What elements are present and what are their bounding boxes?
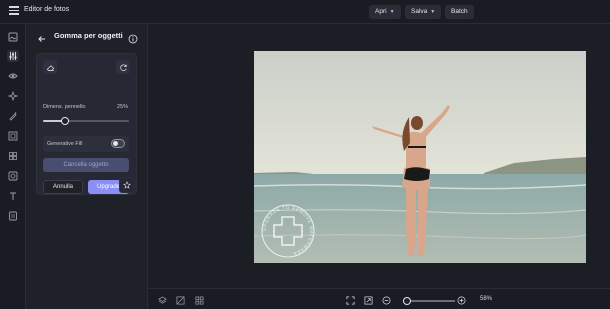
eraser-settings-card: Dimens. pennello 25% Generative Fill Can… [36, 53, 137, 195]
brush-size-value: 25% [117, 104, 129, 110]
overlay-icon[interactable] [7, 170, 19, 182]
back-arrow-icon[interactable] [37, 31, 47, 42]
open-button-label: Apri [375, 8, 387, 15]
app-title: Editor de fotos [24, 6, 70, 13]
adjustments-icon[interactable] [7, 50, 19, 62]
fit-screen-icon[interactable] [345, 295, 355, 305]
delete-object-button[interactable]: Cancella oggetto [43, 158, 129, 172]
refresh-icon [119, 64, 127, 71]
beach-photo: UPGRADE TO REMOVE WATERMARK [254, 51, 586, 263]
save-button[interactable]: Salva ▼ [405, 5, 442, 19]
open-button[interactable]: Apri ▼ [369, 5, 401, 19]
toggle-knob [113, 141, 118, 146]
generative-fill-toggle[interactable] [111, 139, 125, 148]
save-button-label: Salva [411, 8, 428, 15]
object-eraser-panel: Gomma per oggetti Dimens. pennello 25% G… [26, 24, 148, 309]
compare-icon[interactable] [175, 295, 185, 305]
actual-size-icon[interactable] [363, 295, 373, 305]
bottom-bar: 58% [149, 288, 610, 309]
brush-size-label: Dimens. pennello [43, 104, 86, 110]
zoom-level-label: 58% [480, 296, 493, 302]
canvas-area: UPGRADE TO REMOVE WATERMARK [149, 24, 610, 288]
text-icon[interactable] [7, 190, 19, 202]
panel-title: Gomma per oggetti [54, 31, 123, 40]
chevron-down-icon: ▼ [389, 9, 395, 15]
brush-size-slider[interactable] [43, 117, 129, 125]
zoom-slider[interactable] [403, 296, 455, 305]
retouch-icon[interactable] [7, 110, 19, 122]
star-icon [123, 181, 131, 189]
panel-header: Gomma per oggetti [26, 24, 148, 48]
photo-canvas[interactable]: UPGRADE TO REMOVE WATERMARK [254, 51, 586, 263]
generative-fill-row: Generative Fill [43, 136, 129, 152]
eraser-icon [46, 64, 54, 71]
tool-rail [0, 24, 26, 309]
chevron-down-icon: ▼ [430, 9, 436, 15]
batch-button[interactable]: Batch [445, 5, 474, 19]
eye-icon[interactable] [7, 70, 19, 82]
eraser-tool-button[interactable] [43, 60, 57, 74]
favorite-button[interactable] [119, 177, 135, 193]
grid-icon[interactable] [194, 295, 204, 305]
zoom-out-icon[interactable] [381, 295, 391, 305]
zoom-in-icon[interactable] [456, 295, 466, 305]
frames-icon[interactable] [7, 130, 19, 142]
cancel-button[interactable]: Annulla [43, 180, 83, 194]
reset-button[interactable] [116, 60, 130, 74]
effects-icon[interactable] [7, 90, 19, 102]
brush-size-slider-handle[interactable] [60, 117, 69, 125]
zoom-slider-handle[interactable] [403, 296, 412, 305]
layers-stack-icon[interactable] [157, 295, 167, 305]
layers-icon[interactable] [7, 210, 19, 222]
photo-icon[interactable] [7, 31, 19, 43]
info-icon[interactable] [128, 31, 138, 44]
generative-fill-label: Generative Fill [47, 141, 83, 147]
top-bar: Editor de fotos Apri ▼ Salva ▼ Batch [0, 0, 610, 24]
hamburger-menu-icon[interactable] [9, 6, 19, 16]
crop-icon[interactable] [7, 150, 19, 162]
